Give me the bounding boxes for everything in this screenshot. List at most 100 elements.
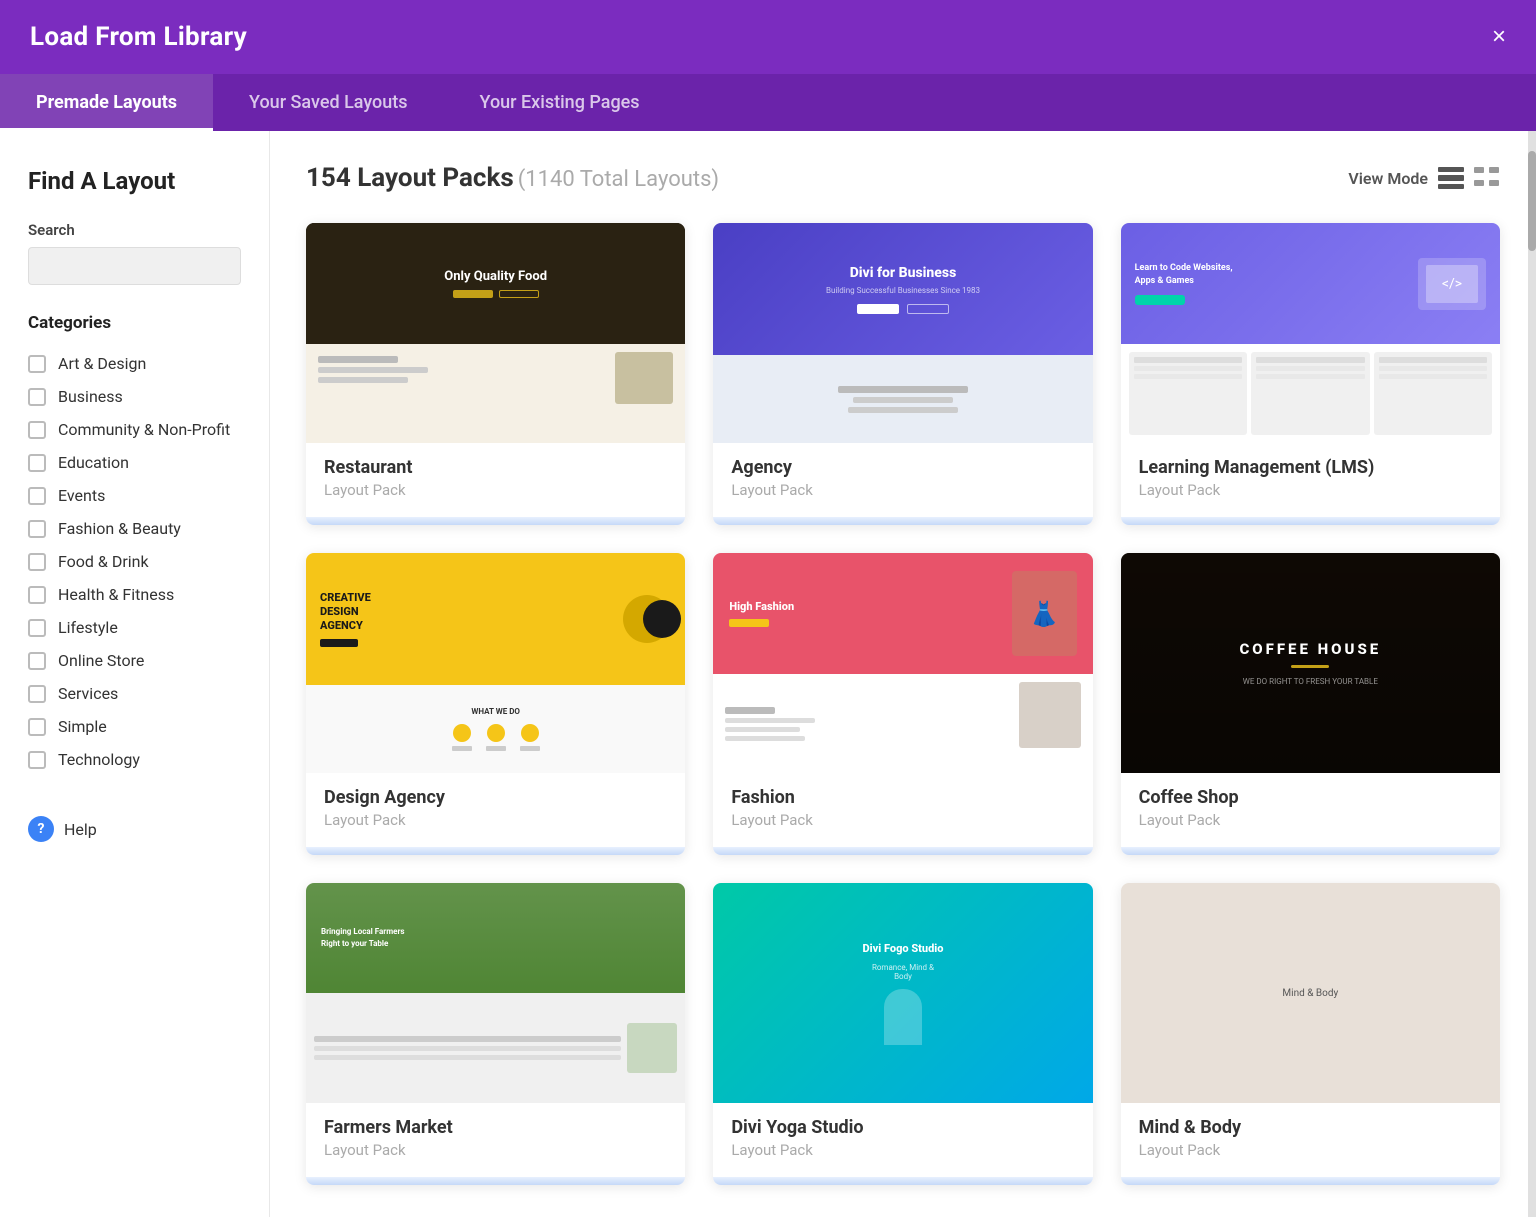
category-item-business[interactable]: Business (28, 380, 241, 413)
scrollbar-thumb[interactable] (1528, 151, 1536, 251)
modal-title: Load From Library (30, 22, 247, 52)
layout-card-design-agency[interactable]: CREATIVEDESIGNAGENCY WHAT WE DO (306, 553, 685, 855)
layout-card-fashion[interactable]: High Fashion 👗 (713, 553, 1092, 855)
categories-title: Categories (28, 313, 241, 333)
card-info-restaurant: Restaurant Layout Pack (306, 443, 685, 517)
category-item-education[interactable]: Education (28, 446, 241, 479)
category-checkbox-health-fitness[interactable] (28, 586, 46, 604)
card-name-fashion: Fashion (731, 787, 1074, 808)
layout-card-mind-body[interactable]: Mind & Body Mind & Body Layout Pack (1121, 883, 1500, 1185)
layout-count-sub: (1140 Total Layouts) (518, 167, 719, 192)
card-info-mind-body: Mind & Body Layout Pack (1121, 1103, 1500, 1177)
search-input[interactable] (28, 247, 241, 285)
card-type-farmers-market: Layout Pack (324, 1141, 667, 1159)
card-type-design-agency: Layout Pack (324, 811, 667, 829)
tab-premade-layouts[interactable]: Premade Layouts (0, 74, 213, 131)
layout-count-heading: 154 Layout Packs (1140 Total Layouts) (306, 163, 719, 193)
category-item-simple[interactable]: Simple (28, 710, 241, 743)
card-type-divi-yoga: Layout Pack (731, 1141, 1074, 1159)
search-label: Search (28, 221, 241, 239)
card-name-divi-yoga: Divi Yoga Studio (731, 1117, 1074, 1138)
category-checkbox-fashion-beauty[interactable] (28, 520, 46, 538)
close-button[interactable]: × (1492, 25, 1506, 49)
layout-count-title: 154 Layout Packs (306, 163, 514, 193)
category-item-health-fitness[interactable]: Health & Fitness (28, 578, 241, 611)
card-preview-farmers-market: Bringing Local FarmersRight to your Tabl… (306, 883, 685, 1103)
tabs-bar: Premade Layouts Your Saved Layouts Your … (0, 74, 1536, 131)
card-name-mind-body: Mind & Body (1139, 1117, 1482, 1138)
card-name-design-agency: Design Agency (324, 787, 667, 808)
category-checkbox-business[interactable] (28, 388, 46, 406)
card-preview-lms: Learn to Code Websites,Apps & Games </> (1121, 223, 1500, 443)
category-item-art-design[interactable]: Art & Design (28, 347, 241, 380)
layout-card-farmers-market[interactable]: Bringing Local FarmersRight to your Tabl… (306, 883, 685, 1185)
category-checkbox-simple[interactable] (28, 718, 46, 736)
content-area: Find A Layout Search Categories Art & De… (0, 131, 1536, 1217)
card-type-lms: Layout Pack (1139, 481, 1482, 499)
layout-card-lms[interactable]: Learn to Code Websites,Apps & Games </> (1121, 223, 1500, 525)
sidebar-title: Find A Layout (28, 167, 241, 195)
category-checkbox-online-store[interactable] (28, 652, 46, 670)
main-header: 154 Layout Packs (1140 Total Layouts) Vi… (306, 163, 1500, 193)
card-type-fashion: Layout Pack (731, 811, 1074, 829)
help-section[interactable]: ? Help (28, 816, 241, 842)
card-name-agency: Agency (731, 457, 1074, 478)
card-preview-restaurant: Only Quality Food (306, 223, 685, 443)
card-type-restaurant: Layout Pack (324, 481, 667, 499)
category-checkbox-art-design[interactable] (28, 355, 46, 373)
card-preview-coffee-shop: COFFEE HOUSE WE DO RIGHT TO FRESH YOUR T… (1121, 553, 1500, 773)
card-name-restaurant: Restaurant (324, 457, 667, 478)
category-item-events[interactable]: Events (28, 479, 241, 512)
card-info-lms: Learning Management (LMS) Layout Pack (1121, 443, 1500, 517)
category-item-technology[interactable]: Technology (28, 743, 241, 776)
card-info-coffee-shop: Coffee Shop Layout Pack (1121, 773, 1500, 847)
category-checkbox-community-nonprofit[interactable] (28, 421, 46, 439)
card-info-fashion: Fashion Layout Pack (713, 773, 1092, 847)
card-preview-divi-yoga: Divi Fogo Studio Romance, Mind &Body (713, 883, 1092, 1103)
category-item-community-nonprofit[interactable]: Community & Non-Profit (28, 413, 241, 446)
scrollbar-track[interactable] (1528, 131, 1536, 1217)
help-icon: ? (28, 816, 54, 842)
tab-saved-layouts[interactable]: Your Saved Layouts (213, 74, 443, 131)
category-checkbox-technology[interactable] (28, 751, 46, 769)
card-preview-design-agency: CREATIVEDESIGNAGENCY WHAT WE DO (306, 553, 685, 773)
category-item-lifestyle[interactable]: Lifestyle (28, 611, 241, 644)
card-info-divi-yoga: Divi Yoga Studio Layout Pack (713, 1103, 1092, 1177)
category-item-services[interactable]: Services (28, 677, 241, 710)
category-item-online-store[interactable]: Online Store (28, 644, 241, 677)
layout-card-agency[interactable]: Divi for Business Building Successful Bu… (713, 223, 1092, 525)
card-preview-fashion: High Fashion 👗 (713, 553, 1092, 773)
category-checkbox-education[interactable] (28, 454, 46, 472)
tab-existing-pages[interactable]: Your Existing Pages (444, 74, 676, 131)
category-item-fashion-beauty[interactable]: Fashion & Beauty (28, 512, 241, 545)
card-type-agency: Layout Pack (731, 481, 1074, 499)
card-info-agency: Agency Layout Pack (713, 443, 1092, 517)
layout-card-coffee-shop[interactable]: COFFEE HOUSE WE DO RIGHT TO FRESH YOUR T… (1121, 553, 1500, 855)
card-preview-agency: Divi for Business Building Successful Bu… (713, 223, 1092, 443)
layout-card-divi-yoga[interactable]: Divi Fogo Studio Romance, Mind &Body Div… (713, 883, 1092, 1185)
categories-list: Art & Design Business Community & Non-Pr… (28, 347, 241, 776)
card-name-lms: Learning Management (LMS) (1139, 457, 1482, 478)
modal-header: Load From Library × (0, 0, 1536, 74)
grid-view-button[interactable] (1438, 167, 1464, 189)
help-text: Help (64, 820, 97, 839)
view-mode-controls: View Mode (1348, 167, 1500, 189)
list-view-button[interactable] (1474, 167, 1500, 189)
view-mode-label: View Mode (1348, 169, 1428, 188)
category-item-food-drink[interactable]: Food & Drink (28, 545, 241, 578)
category-checkbox-lifestyle[interactable] (28, 619, 46, 637)
category-checkbox-food-drink[interactable] (28, 553, 46, 571)
card-name-farmers-market: Farmers Market (324, 1117, 667, 1138)
category-checkbox-events[interactable] (28, 487, 46, 505)
card-type-mind-body: Layout Pack (1139, 1141, 1482, 1159)
card-preview-mind-body: Mind & Body (1121, 883, 1500, 1103)
card-type-coffee-shop: Layout Pack (1139, 811, 1482, 829)
main-content: 154 Layout Packs (1140 Total Layouts) Vi… (270, 131, 1536, 1217)
category-checkbox-services[interactable] (28, 685, 46, 703)
layout-card-restaurant[interactable]: Only Quality Food (306, 223, 685, 525)
card-info-farmers-market: Farmers Market Layout Pack (306, 1103, 685, 1177)
sidebar: Find A Layout Search Categories Art & De… (0, 131, 270, 1217)
cards-grid: Only Quality Food (306, 223, 1500, 1185)
card-info-design-agency: Design Agency Layout Pack (306, 773, 685, 847)
card-name-coffee-shop: Coffee Shop (1139, 787, 1482, 808)
